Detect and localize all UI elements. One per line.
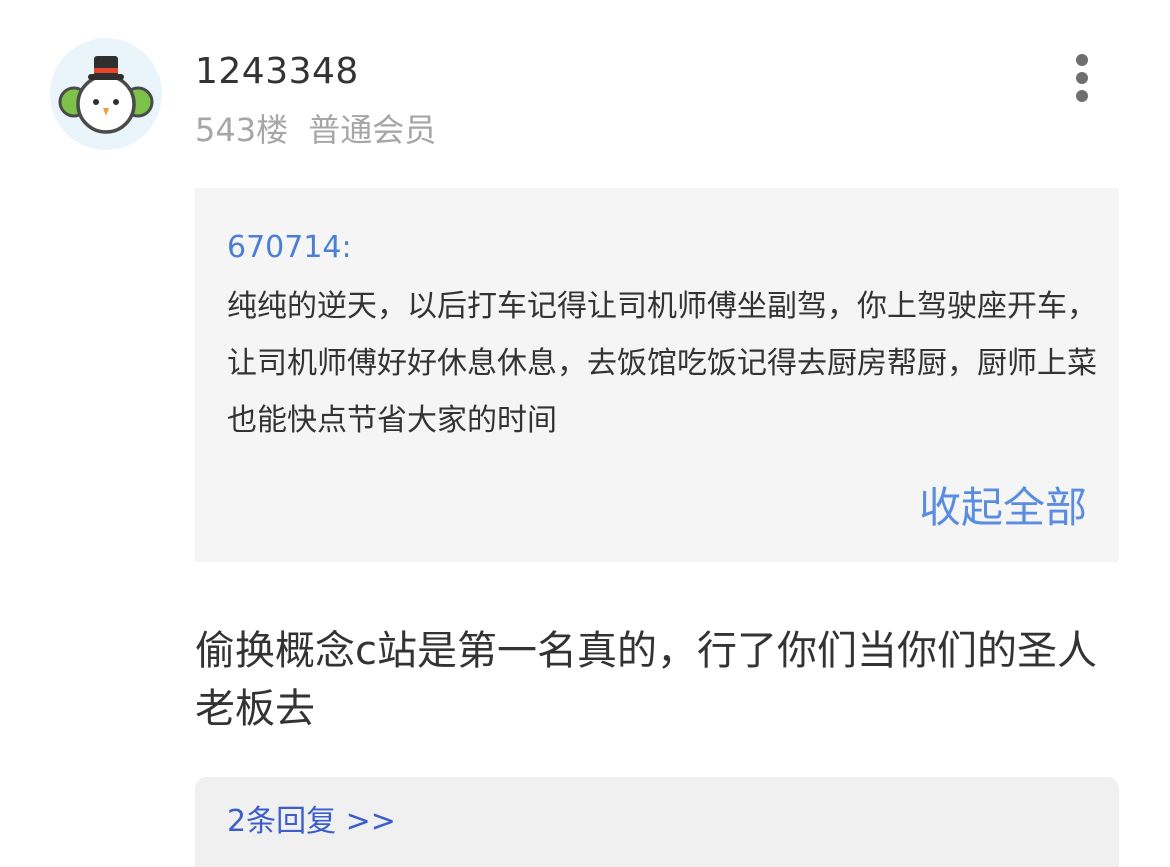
quoted-text: 纯纯的逆天，以后打车记得让司机师傅坐副驾，你上驾驶座开车，让司机师傅好好休息休息… (227, 289, 1097, 438)
more-options-button[interactable] (1062, 48, 1102, 104)
reply-content: 偷换概念c站是第一名真的，行了你们当你们的圣人老板去 (195, 628, 1097, 732)
username[interactable]: 1243348 (195, 50, 359, 94)
view-replies-link[interactable]: 2条回复 >> (227, 802, 396, 842)
avatar[interactable] (50, 38, 162, 150)
more-vertical-icon (1076, 72, 1088, 84)
snowman-avatar-icon (58, 56, 154, 134)
floor-number: 543楼 (195, 111, 289, 149)
member-level: 普通会员 (308, 111, 437, 149)
more-vertical-icon (1076, 90, 1088, 102)
quoted-author[interactable]: 670714: (227, 228, 352, 268)
more-vertical-icon (1076, 54, 1088, 66)
quoted-reply: 670714: 纯纯的逆天，以后打车记得让司机师傅坐副驾，你上驾驶座开车，让司机… (195, 188, 1119, 562)
sub-replies-panel[interactable]: 2条回复 >> (195, 777, 1119, 867)
user-meta: 543楼 普通会员 (195, 108, 436, 152)
collapse-all-button[interactable]: 收起全部 (919, 482, 1087, 534)
